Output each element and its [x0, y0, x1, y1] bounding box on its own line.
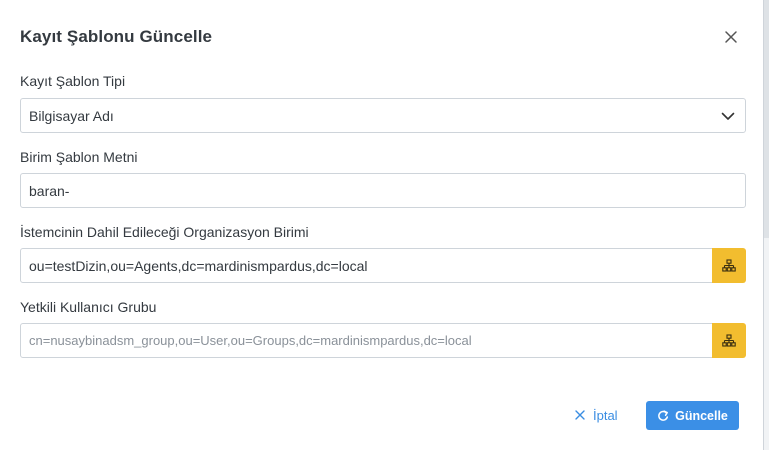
refresh-icon — [658, 409, 669, 421]
dialog-title: Kayıt Şablonu Güncelle — [20, 27, 213, 46]
cancel-button[interactable]: İptal — [574, 401, 632, 429]
update-label: Güncelle — [675, 408, 728, 423]
unit-template-text-input[interactable]: baran- — [20, 173, 746, 208]
organization-unit-label: İstemcinin Dahil Edileceği Organizasyon … — [20, 224, 309, 240]
sitemap-icon — [722, 258, 736, 272]
authorized-group-input[interactable]: cn=nusaybinadsm_group,ou=User,ou=Groups,… — [20, 323, 713, 358]
cancel-label: İptal — [593, 407, 618, 423]
authorized-group-value: cn=nusaybinadsm_group,ou=User,ou=Groups,… — [29, 333, 472, 348]
x-icon — [575, 410, 585, 420]
close-icon — [725, 31, 737, 43]
backdrop-shade-lower — [764, 238, 769, 450]
unit-template-text-value: baran- — [29, 182, 70, 199]
modal-backdrop — [764, 0, 769, 450]
update-button[interactable]: Güncelle — [646, 401, 739, 430]
template-type-value: Bilgisayar Adı — [29, 107, 114, 124]
backdrop-shade-upper — [764, 0, 769, 238]
organization-unit-value: ou=testDizin,ou=Agents,dc=mardinismpardu… — [29, 257, 368, 274]
dialog-header: Kayıt Şablonu Güncelle — [0, 0, 764, 72]
organization-unit-input[interactable]: ou=testDizin,ou=Agents,dc=mardinismpardu… — [20, 248, 713, 283]
template-type-label: Kayıt Şablon Tipi — [20, 73, 126, 89]
unit-template-text-label: Birim Şablon Metni — [20, 149, 138, 165]
close-button[interactable] — [722, 28, 740, 46]
template-type-select[interactable]: Bilgisayar Adı — [20, 98, 746, 133]
organization-unit-picker-button[interactable] — [712, 248, 746, 283]
authorized-group-picker-button[interactable] — [712, 323, 746, 358]
sitemap-icon — [722, 333, 736, 347]
chevron-down-icon — [721, 112, 735, 120]
edit-template-dialog: Kayıt Şablonu Güncelle Kayıt Şablon Tipi… — [0, 0, 764, 450]
authorized-group-label: Yetkili Kullanıcı Grubu — [20, 299, 157, 315]
